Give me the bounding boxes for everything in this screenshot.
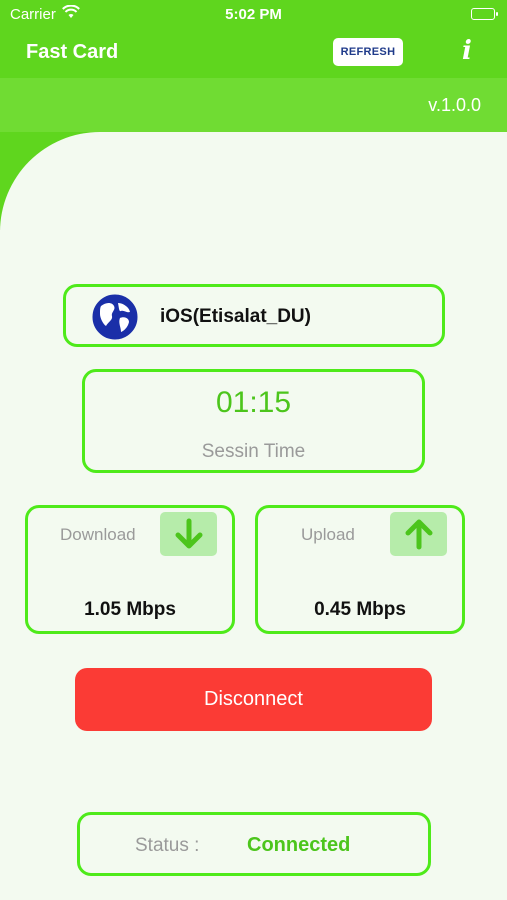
upload-label: Upload — [301, 525, 355, 544]
refresh-button[interactable]: REFRESH — [333, 38, 403, 66]
app-title: Fast Card — [26, 41, 119, 63]
upload-card: Upload 0.45 Mbps — [255, 505, 465, 634]
server-name: iOS(Etisalat_DU) — [160, 306, 311, 327]
version-label: v.1.0.0 — [428, 95, 481, 115]
globe-icon — [92, 294, 138, 340]
status-value: Connected — [247, 834, 351, 856]
battery-icon — [471, 8, 498, 20]
server-selector[interactable]: iOS(Etisalat_DU) — [63, 284, 445, 347]
arrow-down-icon — [160, 512, 217, 556]
download-speed: 1.05 Mbps — [84, 599, 176, 620]
connection-status-card: Status : Connected — [77, 812, 431, 876]
download-label: Download — [60, 525, 136, 544]
download-card: Download 1.05 Mbps — [25, 505, 235, 634]
clock: 5:02 PM — [225, 6, 282, 23]
upload-speed: 0.45 Mbps — [314, 599, 406, 620]
disconnect-button[interactable]: Disconnect — [75, 668, 432, 731]
info-icon[interactable]: i — [456, 36, 478, 68]
status-bar: Carrier 5:02 PM — [0, 0, 507, 30]
arrow-up-icon — [390, 512, 447, 556]
status-label: Status : — [135, 835, 200, 856]
navigation-bar: Fast Card REFRESH i — [0, 30, 507, 78]
session-time-value: 01:15 — [215, 386, 292, 419]
version-band: v.1.0.0 — [0, 78, 507, 132]
session-time-label: Sessin Time — [201, 441, 306, 462]
session-time-card: 01:15 Sessin Time — [82, 369, 425, 473]
